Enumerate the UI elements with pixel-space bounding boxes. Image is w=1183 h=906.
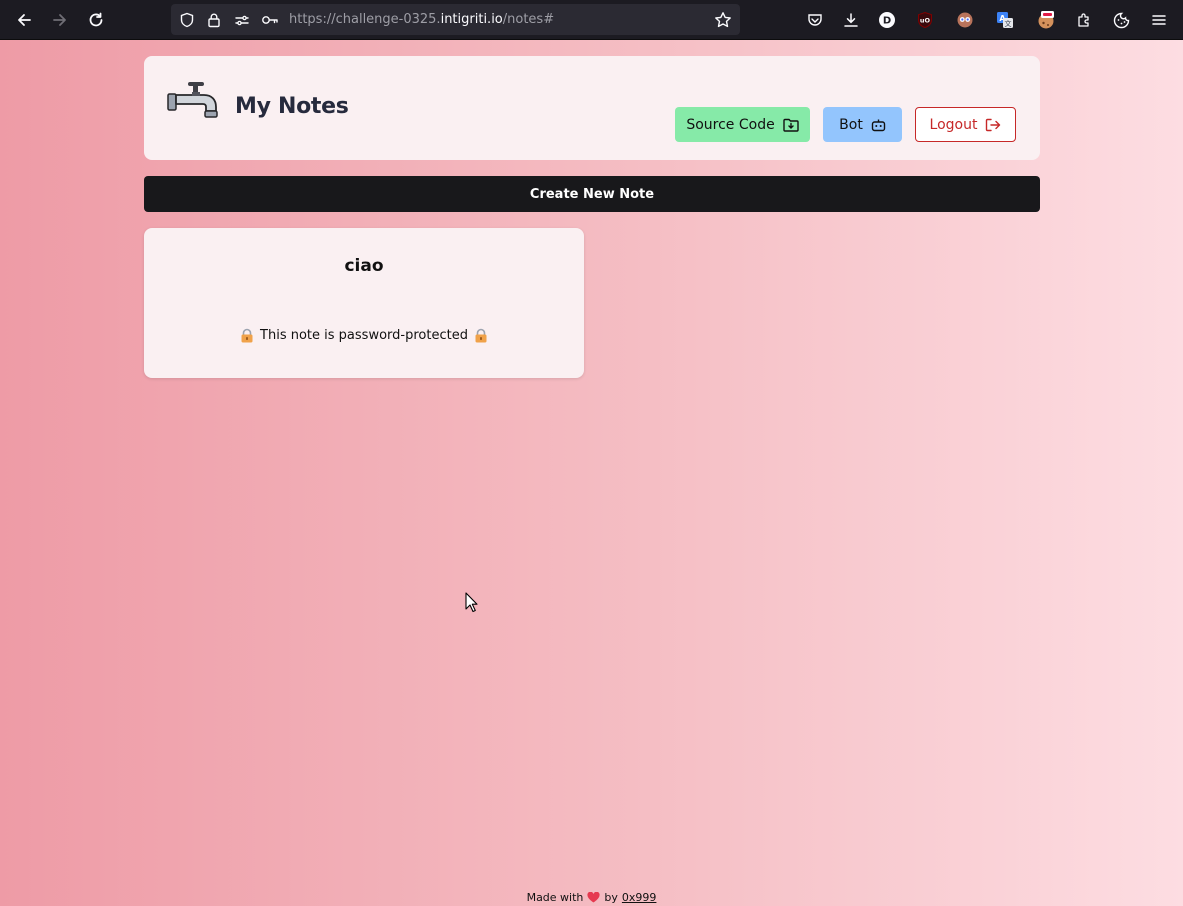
- padlock-icon: [240, 328, 254, 343]
- padlock-icon: [474, 328, 488, 343]
- url-path: /notes#: [502, 12, 555, 27]
- svg-text:D: D: [883, 16, 891, 27]
- note-title: ciao: [344, 256, 384, 276]
- cookie-editor-extension-icon[interactable]: [1035, 9, 1057, 31]
- header-card: My Notes Source Code Bot Logout: [144, 56, 1040, 160]
- folder-download-icon: [782, 118, 799, 132]
- key-icon[interactable]: [261, 11, 279, 29]
- page-content: My Notes Source Code Bot Logout Create N…: [0, 40, 1183, 906]
- create-new-note-button[interactable]: Create New Note: [144, 176, 1040, 212]
- profile-avatar-icon[interactable]: D: [876, 9, 898, 31]
- logout-arrow-icon: [985, 118, 1001, 132]
- url-prefix: https://challenge-0325.: [289, 12, 441, 27]
- bookmark-star-icon[interactable]: [714, 11, 732, 29]
- faucet-logo-icon: [166, 78, 224, 124]
- url-text: https://challenge-0325.intigriti.io/note…: [289, 11, 554, 29]
- note-locked-text: This note is password-protected: [260, 328, 468, 343]
- footer-made-with: Made with: [526, 891, 584, 904]
- source-code-button[interactable]: Source Code: [675, 107, 810, 142]
- tracking-shield-icon[interactable]: [178, 11, 196, 29]
- translate-extension-icon[interactable]: A文: [994, 9, 1016, 31]
- forward-arrow-icon[interactable]: [48, 8, 72, 32]
- heart-icon: [587, 892, 600, 903]
- author-link[interactable]: 0x999: [622, 891, 657, 904]
- lock-icon[interactable]: [205, 11, 223, 29]
- mouse-cursor-icon: [465, 592, 479, 613]
- back-arrow-icon[interactable]: [12, 8, 36, 32]
- hamburger-menu-icon[interactable]: [1148, 9, 1170, 31]
- logout-button[interactable]: Logout: [915, 107, 1016, 142]
- logout-label: Logout: [929, 116, 978, 133]
- browser-toolbar: https://challenge-0325.intigriti.io/note…: [0, 0, 1183, 40]
- bot-label: Bot: [839, 116, 863, 133]
- footer-by: by: [604, 891, 618, 904]
- note-locked-message: This note is password-protected: [144, 328, 584, 343]
- ublock-extension-icon[interactable]: uO: [914, 9, 936, 31]
- footer: Made with by 0x999: [0, 891, 1183, 904]
- downloads-icon[interactable]: [840, 9, 862, 31]
- reload-icon[interactable]: [84, 8, 108, 32]
- owl-extension-icon[interactable]: [954, 9, 976, 31]
- svg-text:文: 文: [1005, 19, 1012, 28]
- address-bar[interactable]: https://challenge-0325.intigriti.io/note…: [171, 4, 740, 35]
- extensions-puzzle-icon[interactable]: [1073, 9, 1095, 31]
- permissions-icon[interactable]: [233, 11, 251, 29]
- robot-icon: [871, 118, 886, 132]
- note-card[interactable]: ciao This note is password-protected: [144, 228, 584, 378]
- source-code-label: Source Code: [686, 116, 775, 133]
- url-domain: intigriti.io: [440, 12, 503, 27]
- pocket-icon[interactable]: [804, 9, 826, 31]
- bot-button[interactable]: Bot: [823, 107, 902, 142]
- page-title: My Notes: [235, 94, 349, 119]
- svg-text:uO: uO: [920, 17, 931, 25]
- cookie-icon[interactable]: [1110, 9, 1132, 31]
